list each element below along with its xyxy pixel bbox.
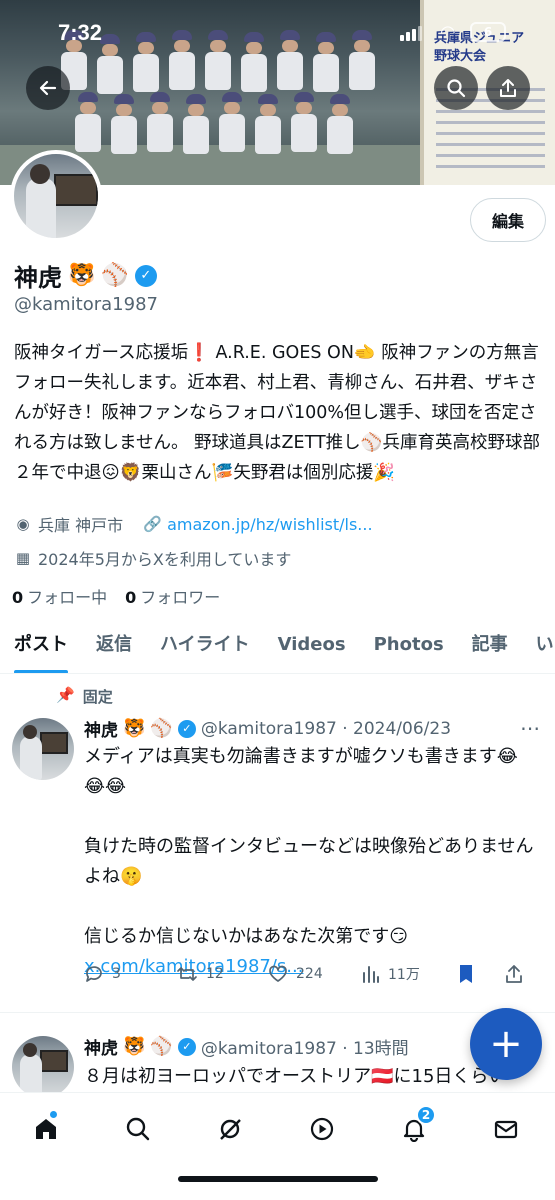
play-icon (310, 1117, 334, 1141)
post-text[interactable]: ８月は初ヨーロッパでオーストリア🇦🇹に15日くらい (84, 1062, 534, 1092)
post-text[interactable]: メディアは真実も勿論書きますが嘘クソも書きます😂😂😂 負けた時の監督インタビュー… (84, 742, 534, 982)
bottom-navigation: 2 (0, 1092, 555, 1200)
notifications-badge: 2 (416, 1105, 436, 1125)
views-icon (363, 966, 379, 983)
unread-dot (50, 1111, 57, 1118)
heart-icon (269, 965, 287, 982)
profile-name: 神虎 (14, 264, 62, 292)
baseball-emoji: ⚾ (150, 1035, 173, 1057)
edit-profile-button[interactable]: 編集 (470, 198, 546, 242)
profile-tabs: ポスト 返信 ハイライト Videos Photos 記事 い (0, 628, 555, 674)
post-avatar[interactable] (12, 1036, 74, 1098)
nav-notifications[interactable]: 2 (392, 1105, 436, 1151)
post-header: 神虎 🐯 ⚾ ✓ @kamitora1987 · 2024/06/23 (84, 716, 452, 742)
search-button[interactable] (434, 66, 478, 110)
repost-button[interactable]: 12 (176, 964, 268, 984)
follow-stats: 0 フォロー中 0 フォロワー (12, 584, 220, 608)
tab-videos[interactable]: Videos (264, 628, 360, 673)
reply-button[interactable]: 3 (84, 964, 176, 984)
nav-grok[interactable] (208, 1107, 252, 1151)
share-icon (506, 965, 522, 983)
profile-joined: 2024年5月からXを利用しています (38, 550, 292, 569)
status-time: 7:32 (58, 20, 103, 45)
share-icon (500, 79, 516, 97)
followers-link[interactable]: 0 フォロワー (125, 584, 220, 608)
pin-icon: 📌 (56, 686, 75, 704)
baseball-emoji: ⚾ (150, 717, 173, 739)
bookmark-button[interactable] (458, 964, 504, 984)
mail-icon (494, 1120, 518, 1139)
tab-likes[interactable]: い (522, 628, 555, 673)
nav-video[interactable] (300, 1107, 344, 1151)
post-header: 神虎 🐯 ⚾ ✓ @kamitora1987 · 13時間 (84, 1034, 409, 1059)
following-link[interactable]: 0 フォロー中 (12, 584, 107, 608)
post-author-name[interactable]: 神虎 (84, 716, 118, 741)
tab-photos[interactable]: Photos (360, 628, 458, 673)
post-handle-time: @kamitora1987 · 2024/06/23 (200, 718, 452, 739)
profile-meta-row: ◉ 兵庫 神戸市 🔗 amazon.jp/hz/wishlist/ls... (14, 512, 372, 536)
bookmark-icon (460, 965, 472, 983)
pinned-indicator: 📌 固定 (56, 686, 113, 707)
tiger-emoji: 🐯 (68, 262, 96, 288)
share-post-button[interactable] (504, 964, 524, 984)
post-author-name[interactable]: 神虎 (84, 1034, 118, 1059)
compose-button[interactable]: + (470, 1008, 542, 1080)
home-indicator (178, 1176, 378, 1182)
tiger-emoji: 🐯 (123, 717, 146, 739)
plus-icon: + (489, 1021, 523, 1067)
like-button[interactable]: 224 (268, 964, 362, 984)
status-bar: 7:32 ◠ 6 (0, 0, 555, 62)
home-icon (36, 1119, 56, 1139)
grok-icon (220, 1119, 241, 1140)
verified-badge-icon: ✓ (177, 1037, 196, 1056)
wifi-icon: ◠ (440, 22, 456, 43)
more-options-icon[interactable]: ⋯ (520, 716, 540, 740)
share-button[interactable] (486, 66, 530, 110)
profile-location: 兵庫 神戸市 (38, 516, 124, 535)
baseball-emoji: ⚾ (101, 262, 129, 288)
profile-website-link[interactable]: amazon.jp/hz/wishlist/ls... (167, 515, 372, 534)
nav-search[interactable] (116, 1107, 160, 1151)
profile-avatar[interactable] (10, 150, 102, 242)
pinned-label: 固定 (82, 688, 113, 706)
search-icon (126, 1117, 150, 1141)
views-button[interactable]: 11万 (362, 964, 458, 984)
signal-icon (400, 26, 422, 41)
arrow-left-icon (39, 80, 57, 96)
post-handle-time: @kamitora1987 · 13時間 (200, 1039, 409, 1059)
post-avatar[interactable] (12, 718, 74, 780)
nav-messages[interactable] (484, 1107, 528, 1151)
profile-handle: @kamitora1987 (14, 294, 158, 315)
profile-bio: 阪神タイガース応援垢❗ A.R.E. GOES ON🫲 阪神ファンの方無言フォロ… (14, 343, 540, 483)
verified-badge-icon: ✓ (177, 719, 196, 738)
tiger-emoji: 🐯 (123, 1035, 146, 1057)
search-icon (447, 79, 466, 98)
reply-icon (86, 966, 102, 982)
post-divider (0, 1012, 555, 1013)
tab-articles[interactable]: 記事 (458, 628, 522, 673)
repost-icon (177, 967, 197, 981)
tab-highlights[interactable]: ハイライト (146, 628, 264, 673)
tab-replies[interactable]: 返信 (82, 628, 146, 673)
tab-posts[interactable]: ポスト (0, 628, 82, 673)
nav-home[interactable] (24, 1107, 68, 1151)
link-icon: 🔗 (143, 515, 162, 533)
battery-icon: 6 (470, 22, 506, 42)
profile-joined-row: ▦ 2024年5月からXを利用しています (14, 546, 291, 570)
post-actions: 3 12 224 11万 (84, 964, 544, 984)
location-pin-icon: ◉ (16, 515, 30, 533)
back-button[interactable] (26, 66, 70, 110)
calendar-icon: ▦ (15, 549, 31, 567)
profile-name-row: 神虎 🐯 ⚾ ✓ (14, 258, 157, 293)
verified-badge-icon: ✓ (134, 264, 157, 287)
